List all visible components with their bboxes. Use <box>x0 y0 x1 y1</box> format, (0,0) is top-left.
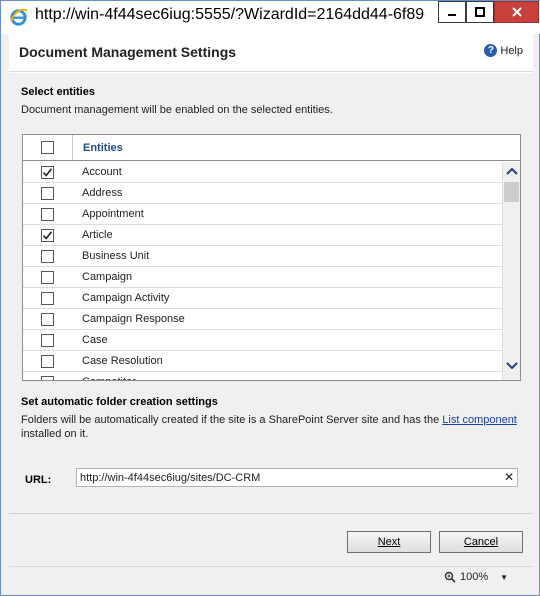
entity-label: Article <box>82 229 113 241</box>
entity-label: Campaign <box>82 271 133 283</box>
select-entities-description: Document management will be enabled on t… <box>21 104 333 116</box>
entity-checkbox[interactable] <box>41 334 54 347</box>
cancel-button-label: Cancel <box>463 536 499 548</box>
entities-list: Account Address Appointment Article Business… <box>23 162 502 380</box>
chevron-up-icon <box>505 167 518 175</box>
grid-scrollbar[interactable] <box>502 162 520 380</box>
entities-column-header[interactable]: Entities <box>83 142 123 154</box>
select-all-checkbox[interactable] <box>41 141 54 154</box>
close-button[interactable] <box>494 1 539 23</box>
entity-checkbox[interactable] <box>41 187 54 200</box>
list-item[interactable]: Case <box>23 330 502 351</box>
list-item[interactable]: Case Resolution <box>23 351 502 372</box>
scroll-up-button[interactable] <box>503 162 520 180</box>
entities-grid: Entities Account Address Appointment Articl… <box>22 134 521 381</box>
clear-url-icon[interactable]: ✕ <box>502 469 516 485</box>
help-icon: ? <box>484 44 498 57</box>
folder-settings-title: Set automatic folder creation settings <box>21 396 218 408</box>
help-label: Help <box>500 44 523 57</box>
zoom-control[interactable]: 100% ▼ <box>444 571 508 583</box>
url-input[interactable] <box>76 468 518 487</box>
dialog-body: Select entities Document management will… <box>9 73 533 513</box>
list-item[interactable]: Business Unit <box>23 246 502 267</box>
entity-label: Campaign Response <box>82 313 185 325</box>
zoom-icon <box>444 571 456 583</box>
dialog-header: Document Management Settings ? Help <box>9 34 533 72</box>
minimize-button[interactable] <box>438 1 466 23</box>
scroll-thumb[interactable] <box>504 182 519 202</box>
header-check-cell <box>23 135 73 160</box>
list-item[interactable]: Campaign Activity <box>23 288 502 309</box>
entity-checkbox[interactable] <box>41 229 54 242</box>
select-entities-title: Select entities <box>21 86 95 98</box>
folder-settings-description-line2: installed on it. <box>21 428 89 440</box>
entity-checkbox[interactable] <box>41 250 54 263</box>
entity-checkbox[interactable] <box>41 166 54 179</box>
chevron-down-icon <box>505 362 518 370</box>
list-item[interactable]: Account <box>23 162 502 183</box>
checkmark-icon <box>42 168 53 177</box>
folder-settings-description: Folders will be automatically created if… <box>21 414 526 426</box>
maximize-button[interactable] <box>466 1 494 23</box>
title-bar: http://win-4f44sec6iug:5555/?WizardId=21… <box>1 1 540 34</box>
maximize-icon <box>475 7 485 17</box>
folder-description-text: Folders will be automatically created if… <box>21 414 443 426</box>
dialog-title: Document Management Settings <box>19 44 237 60</box>
close-icon <box>511 7 522 17</box>
entity-label: Campaign Activity <box>82 292 170 304</box>
next-button[interactable]: Next <box>347 531 431 553</box>
entity-label: Appointment <box>82 208 144 220</box>
cancel-button[interactable]: Cancel <box>439 531 523 553</box>
window-title: http://win-4f44sec6iug:5555/?WizardId=21… <box>35 6 425 23</box>
zoom-dropdown-icon[interactable]: ▼ <box>500 573 508 582</box>
entity-checkbox[interactable] <box>41 208 54 221</box>
entity-label: Business Unit <box>82 250 150 262</box>
list-item[interactable]: Article <box>23 225 502 246</box>
list-component-link[interactable]: List component <box>442 414 517 426</box>
dialog-content: Document Management Settings ? Help Sele… <box>9 34 533 564</box>
entity-label: Competitor <box>82 376 136 380</box>
ie-icon <box>9 8 28 26</box>
scroll-down-button[interactable] <box>503 357 520 375</box>
list-item[interactable]: Appointment <box>23 204 502 225</box>
entity-checkbox[interactable] <box>41 376 54 380</box>
entity-checkbox[interactable] <box>41 355 54 368</box>
help-link[interactable]: ? Help <box>484 44 523 57</box>
next-button-label: Next <box>377 536 401 548</box>
list-item[interactable]: Campaign Response <box>23 309 502 330</box>
entity-label: Account <box>82 166 122 178</box>
entity-checkbox[interactable] <box>41 292 54 305</box>
url-label: URL: <box>25 474 52 486</box>
status-bar: 100% ▼ <box>9 566 533 589</box>
entity-label: Case <box>82 334 108 346</box>
grid-header: Entities <box>23 135 520 161</box>
list-item[interactable]: Campaign <box>23 267 502 288</box>
zoom-level: 100% <box>460 571 489 583</box>
entity-label: Address <box>82 187 123 199</box>
dialog-footer: Next Cancel <box>9 513 533 564</box>
list-item[interactable]: Competitor <box>23 372 502 380</box>
checkmark-icon <box>42 231 53 240</box>
entity-label: Case Resolution <box>82 355 163 367</box>
entity-checkbox[interactable] <box>41 313 54 326</box>
entity-checkbox[interactable] <box>41 271 54 284</box>
browser-window: http://win-4f44sec6iug:5555/?WizardId=21… <box>0 0 540 596</box>
list-item[interactable]: Address <box>23 183 502 204</box>
minimize-icon <box>448 14 456 16</box>
